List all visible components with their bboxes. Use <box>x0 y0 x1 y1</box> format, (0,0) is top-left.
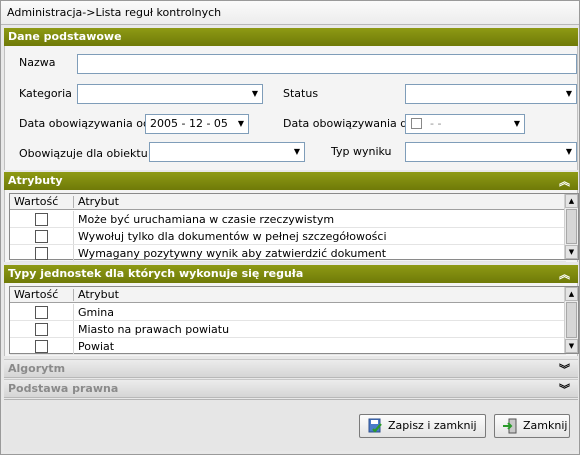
row-label: Gmina <box>78 306 115 319</box>
col-attribute-header[interactable]: Atrybut <box>78 195 119 208</box>
section-legal-basis-label: Podstawa prawna <box>8 382 119 395</box>
valid-to-value: - - <box>430 117 442 130</box>
row-label: Może być uruchamiana w czasie rzeczywist… <box>78 213 335 226</box>
column-separator <box>73 338 74 354</box>
row-checkbox[interactable] <box>35 306 48 319</box>
table-row[interactable]: Wymagany pozytywny wynik aby zatwierdzić… <box>10 245 566 262</box>
triangle-down-icon[interactable]: ▼ <box>247 85 262 103</box>
column-separator <box>73 211 74 227</box>
category-label: Kategoria <box>19 87 72 100</box>
row-checkbox[interactable] <box>35 230 48 243</box>
scroll-thumb[interactable] <box>566 209 577 244</box>
row-label: Wymagany pozytywny wynik aby zatwierdzić… <box>78 247 387 260</box>
status-select[interactable]: ▼ <box>405 84 577 104</box>
unit-types-scrollbar[interactable]: ▲ ▼ <box>564 287 578 353</box>
triangle-down-icon[interactable]: ▼ <box>561 143 576 161</box>
valid-from-label: Data obowiązywania od: <box>19 117 154 130</box>
exit-door-icon <box>503 418 517 434</box>
result-type-label: Typ wyniku <box>331 145 392 158</box>
column-separator <box>73 304 74 320</box>
triangle-down-icon[interactable]: ▼ <box>561 85 576 103</box>
section-attributes-label: Atrybuty <box>8 174 63 187</box>
row-label: Wywołuj tylko dla dokumentów w pełnej sz… <box>78 230 387 243</box>
table-row[interactable]: Miasto na prawach powiatu <box>10 321 566 338</box>
result-type-select[interactable]: ▼ <box>405 142 577 162</box>
section-algorithm-label: Algorytm <box>8 362 66 375</box>
scroll-down-icon[interactable]: ▼ <box>565 245 578 259</box>
valid-to-date[interactable]: - - ▼ <box>405 114 525 134</box>
attributes-scrollbar[interactable]: ▲ ▼ <box>564 194 578 259</box>
double-chevron-up-icon[interactable]: ︽ <box>559 266 570 282</box>
category-select[interactable]: ▼ <box>77 84 263 104</box>
section-basic-label: Dane podstawowe <box>8 30 122 43</box>
footer-bar: Zapisz i zamknij Zamknij <box>4 399 578 451</box>
row-checkbox[interactable] <box>35 213 48 226</box>
valid-from-value: 2005 - 12 - 05 <box>150 117 228 130</box>
table-row[interactable]: Może być uruchamiana w czasie rzeczywist… <box>10 211 566 228</box>
table-row[interactable]: Wywołuj tylko dla dokumentów w pełnej sz… <box>10 228 566 245</box>
attributes-panel: Wartość Atrybut Może być uruchamiana w c… <box>4 190 579 262</box>
col-attribute-header[interactable]: Atrybut <box>78 288 119 301</box>
row-label: Miasto na prawach powiatu <box>78 323 230 336</box>
unit-types-panel: Wartość Atrybut Gmina Miasto na prawach … <box>4 283 579 356</box>
double-chevron-up-icon[interactable]: ︽ <box>559 173 570 189</box>
column-separator <box>73 196 74 208</box>
unit-types-grid[interactable]: Wartość Atrybut Gmina Miasto na prawach … <box>9 286 579 355</box>
table-row[interactable]: Powiat <box>10 338 566 355</box>
row-checkbox[interactable] <box>35 247 48 260</box>
col-value-header[interactable]: Wartość <box>14 288 58 301</box>
triangle-down-icon[interactable]: ▼ <box>289 143 304 161</box>
table-row[interactable]: Gmina <box>10 304 566 321</box>
section-header-algorithm[interactable]: Algorytm ︾ <box>4 359 578 378</box>
valid-to-checkbox[interactable] <box>411 118 422 129</box>
save-close-button[interactable]: Zapisz i zamknij <box>359 414 486 438</box>
window: Administracja->Lista reguł kontrolnych D… <box>0 0 580 455</box>
name-input[interactable] <box>77 54 577 74</box>
row-checkbox[interactable] <box>35 323 48 336</box>
close-button[interactable]: Zamknij <box>494 414 570 438</box>
section-header-attributes[interactable]: Atrybuty ︽ <box>4 172 578 190</box>
valid-from-date[interactable]: 2005 - 12 - 05 ▼ <box>145 114 249 134</box>
scroll-up-icon[interactable]: ▲ <box>565 287 578 301</box>
column-separator <box>73 245 74 261</box>
double-chevron-down-icon[interactable]: ︾ <box>559 381 570 397</box>
applies-select[interactable]: ▼ <box>149 142 305 162</box>
triangle-down-icon[interactable]: ▼ <box>233 115 248 133</box>
scroll-down-icon[interactable]: ▼ <box>565 339 578 353</box>
save-disk-icon <box>368 418 382 433</box>
status-label: Status <box>283 87 319 100</box>
breadcrumb-title: Administracja->Lista reguł kontrolnych <box>1 1 579 25</box>
double-chevron-down-icon[interactable]: ︾ <box>559 361 570 377</box>
triangle-down-icon[interactable]: ▼ <box>509 115 524 133</box>
attributes-grid[interactable]: Wartość Atrybut Może być uruchamiana w c… <box>9 193 579 262</box>
column-separator <box>73 321 74 337</box>
attributes-grid-header: Wartość Atrybut <box>10 194 566 210</box>
section-unit-types-label: Typy jednostek dla których wykonuje się … <box>8 267 304 280</box>
col-value-header[interactable]: Wartość <box>14 195 58 208</box>
unit-types-grid-header: Wartość Atrybut <box>10 287 566 303</box>
scroll-thumb[interactable] <box>566 302 577 338</box>
column-separator <box>73 228 74 244</box>
applies-label: Obowiązuje dla obiektu: <box>19 147 152 160</box>
close-label: Zamknij <box>523 419 568 432</box>
row-checkbox[interactable] <box>35 340 48 353</box>
section-header-unit-types[interactable]: Typy jednostek dla których wykonuje się … <box>4 265 578 283</box>
valid-to-label: Data obowiązywania do: <box>283 117 418 130</box>
row-label: Powiat <box>78 340 115 353</box>
section-header-legal-basis[interactable]: Podstawa prawna ︾ <box>4 379 578 398</box>
name-label: Nazwa <box>19 56 56 69</box>
section-header-basic[interactable]: Dane podstawowe <box>4 28 578 46</box>
save-close-label: Zapisz i zamknij <box>388 419 477 432</box>
column-separator <box>73 289 74 301</box>
scroll-up-icon[interactable]: ▲ <box>565 194 578 208</box>
basic-panel: Nazwa Kategoria ▼ Status ▼ Data obowiązy… <box>4 46 578 170</box>
